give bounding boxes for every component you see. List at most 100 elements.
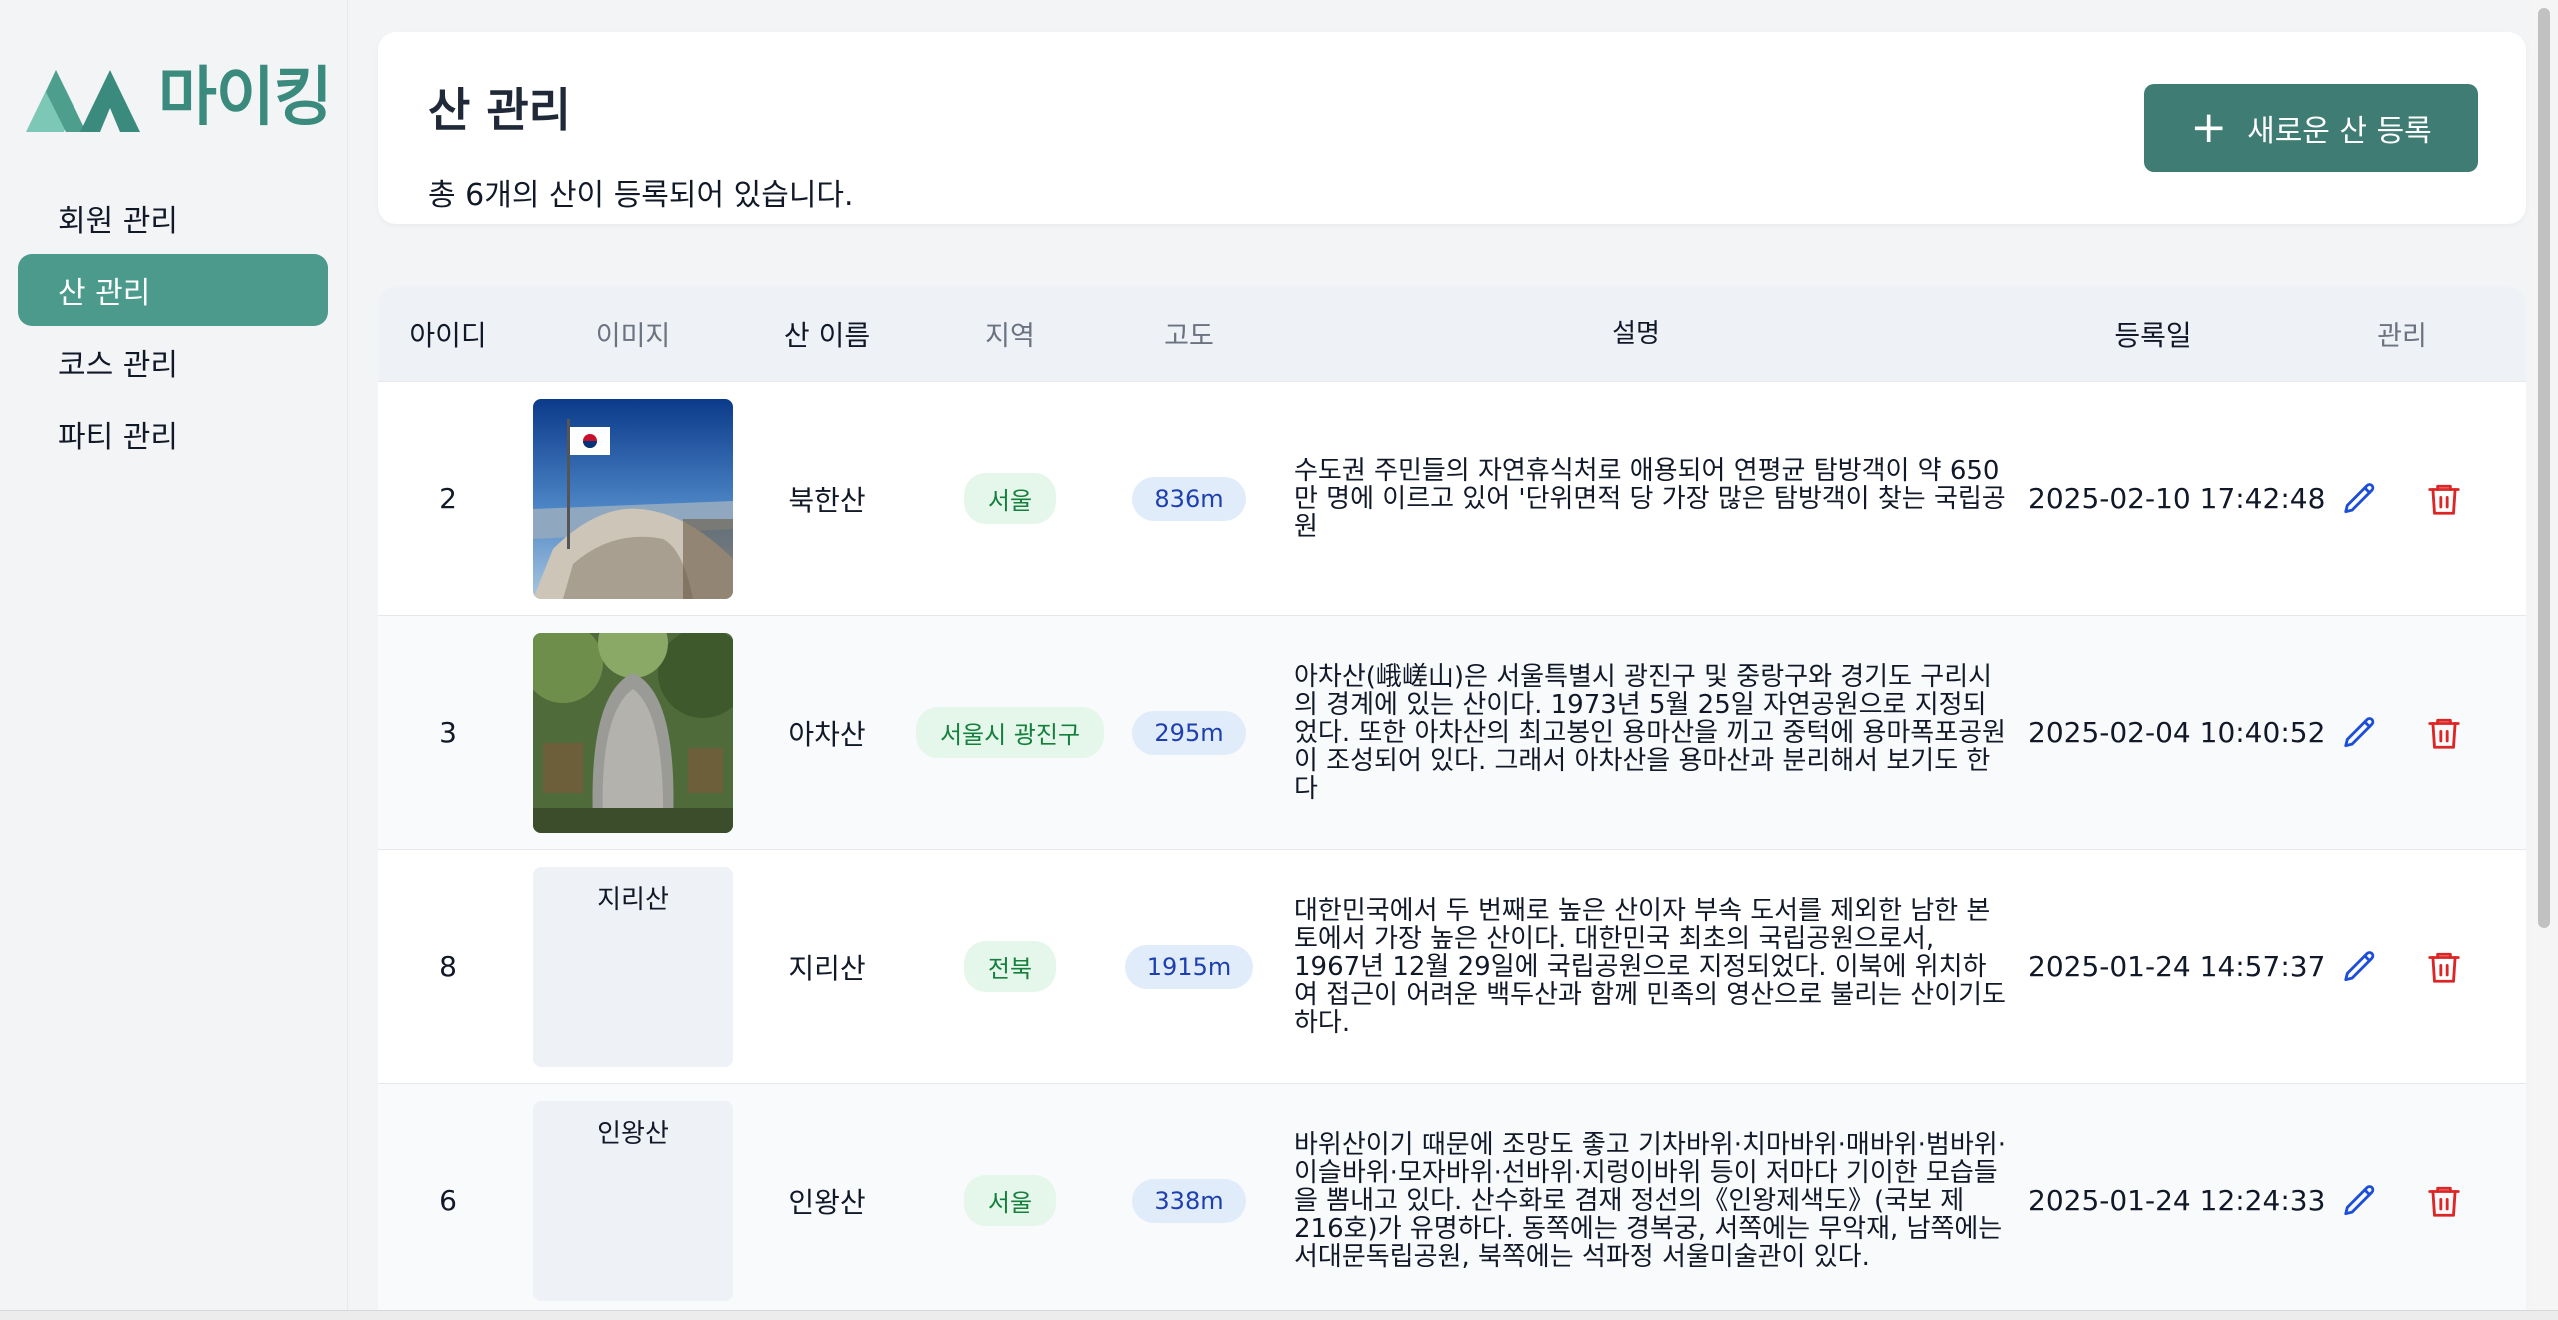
page-subtitle: 총 6개의 산이 등록되어 있습니다. — [428, 178, 854, 213]
altitude-badge: 295m — [1132, 710, 1246, 755]
column-header-date[interactable]: 등록일 — [2028, 314, 2278, 354]
sidebar-nav: 회원 관리 산 관리 코스 관리 파티 관리 — [18, 182, 328, 470]
row-id: 3 — [439, 716, 457, 749]
column-header-id[interactable]: 아이디 — [378, 314, 518, 354]
row-image-cell: 지리산 — [518, 866, 748, 1067]
row-altitude-cell: 295m — [1114, 710, 1264, 755]
column-header-actions: 관리 — [2377, 321, 2427, 352]
row-actions — [2278, 945, 2526, 989]
delete-button[interactable] — [2422, 1179, 2466, 1223]
sidebar-item-members[interactable]: 회원 관리 — [18, 182, 328, 254]
table-row[interactable]: 3 아차산 서울시 광진구 295m 아차산(峨嵯山)은 서울특별시 광진구 및… — [378, 616, 2526, 850]
broken-image-alt: 인왕산 — [597, 1118, 669, 1149]
row-description: 아차산(峨嵯山)은 서울특별시 광진구 및 중랑구와 경기도 구리시의 경계에 … — [1294, 661, 2006, 804]
row-description: 대한민국에서 두 번째로 높은 산이자 부속 도서를 제외한 남한 본토에서 가… — [1294, 895, 2006, 1038]
page-title: 산 관리 — [428, 83, 571, 137]
row-region-cell: 서울시 광진구 — [906, 707, 1114, 758]
row-actions — [2278, 1179, 2526, 1223]
row-altitude-cell: 836m — [1114, 476, 1264, 521]
main-content: 산 관리 총 6개의 산이 등록되어 있습니다. + 새로운 산 등록 아이디 … — [378, 0, 2526, 1320]
edit-button[interactable] — [2338, 945, 2382, 989]
delete-button[interactable] — [2422, 477, 2466, 521]
row-id: 6 — [439, 1184, 457, 1217]
table-header: 아이디 이미지 산 이름 지역 고도 설명 등록일 관리 — [378, 286, 2526, 382]
mountain-thumbnail[interactable]: 인왕산 — [533, 1100, 733, 1301]
column-header-image[interactable]: 이미지 — [518, 314, 748, 353]
region-badge: 전북 — [963, 941, 1057, 992]
plus-icon: + — [2190, 102, 2228, 153]
row-mountain-name: 지리산 — [788, 951, 866, 985]
mountain-table: 아이디 이미지 산 이름 지역 고도 설명 등록일 관리 2 북한산 서울 83… — [378, 286, 2526, 1320]
mountain-thumbnail[interactable]: 지리산 — [533, 866, 733, 1067]
pencil-icon — [2344, 1184, 2375, 1215]
row-date: 2025-01-24 14:57:37 — [2028, 950, 2326, 983]
delete-button[interactable] — [2422, 711, 2466, 755]
sidebar-item-label: 회원 관리 — [58, 204, 178, 239]
table-row[interactable]: 8 지리산 지리산 전북 1915m 대한민국에서 두 번째로 높은 산이자 부… — [378, 850, 2526, 1084]
sidebar: 마이킹 회원 관리 산 관리 코스 관리 파티 관리 — [0, 0, 348, 1310]
trash-icon — [2428, 484, 2460, 515]
pencil-icon — [2344, 716, 2375, 747]
sidebar-item-label: 산 관리 — [58, 276, 151, 311]
vertical-scrollbar[interactable] — [2530, 0, 2558, 1310]
column-header-name[interactable]: 산 이름 — [748, 314, 906, 354]
column-header-region[interactable]: 지역 — [906, 314, 1114, 353]
edit-button[interactable] — [2338, 477, 2382, 521]
region-badge: 서울시 광진구 — [915, 707, 1105, 758]
trash-icon — [2428, 718, 2460, 749]
logo[interactable]: 마이킹 — [22, 60, 333, 136]
row-image-cell — [518, 632, 748, 833]
row-altitude-cell: 1915m — [1114, 944, 1264, 989]
sidebar-item-parties[interactable]: 파티 관리 — [18, 398, 328, 470]
pencil-icon — [2344, 482, 2375, 513]
row-mountain-name: 인왕산 — [788, 1185, 866, 1219]
delete-button[interactable] — [2422, 945, 2466, 989]
column-header-description[interactable]: 설명 — [1264, 320, 2028, 348]
mountain-logo-icon — [26, 70, 140, 132]
sidebar-item-courses[interactable]: 코스 관리 — [18, 326, 328, 398]
add-mountain-button[interactable]: + 새로운 산 등록 — [2144, 84, 2478, 172]
trash-icon — [2428, 1186, 2460, 1217]
row-actions — [2278, 711, 2526, 755]
table-body: 2 북한산 서울 836m 수도권 주민들의 자연휴식처로 애용되어 연평균 탐… — [378, 382, 2526, 1318]
column-header-altitude[interactable]: 고도 — [1114, 314, 1264, 353]
row-altitude-cell: 338m — [1114, 1178, 1264, 1223]
table-row[interactable]: 6 인왕산 인왕산 서울 338m 바위산이기 때문에 조망도 좋고 기차바위·… — [378, 1084, 2526, 1318]
summit-flag-photo — [533, 398, 733, 599]
row-id: 2 — [439, 482, 457, 515]
sidebar-item-label: 코스 관리 — [58, 348, 178, 383]
region-badge: 서울 — [963, 1175, 1057, 1226]
pencil-icon — [2344, 950, 2375, 981]
sidebar-item-mountains[interactable]: 산 관리 — [18, 254, 328, 326]
altitude-badge: 338m — [1132, 1178, 1246, 1223]
row-image-cell — [518, 398, 748, 599]
scrollbar-thumb[interactable] — [2538, 8, 2550, 928]
add-mountain-label: 새로운 산 등록 — [2247, 114, 2432, 149]
window-bottom-edge — [0, 1310, 2558, 1320]
row-image-cell: 인왕산 — [518, 1100, 748, 1301]
mountain-thumbnail[interactable] — [533, 632, 733, 833]
row-mountain-name: 북한산 — [788, 483, 866, 517]
brand-name: 마이킹 — [158, 61, 333, 135]
row-region-cell: 전북 — [906, 941, 1114, 992]
sidebar-item-label: 파티 관리 — [58, 420, 178, 455]
region-badge: 서울 — [963, 473, 1057, 524]
mountain-thumbnail[interactable] — [533, 398, 733, 599]
page-header: 산 관리 총 6개의 산이 등록되어 있습니다. + 새로운 산 등록 — [378, 32, 2526, 224]
row-id: 8 — [439, 950, 457, 983]
edit-button[interactable] — [2338, 1179, 2382, 1223]
row-date: 2025-01-24 12:24:33 — [2028, 1184, 2326, 1217]
table-row[interactable]: 2 북한산 서울 836m 수도권 주민들의 자연휴식처로 애용되어 연평균 탐… — [378, 382, 2526, 616]
row-date: 2025-02-04 10:40:52 — [2028, 716, 2326, 749]
altitude-badge: 1915m — [1124, 944, 1254, 989]
row-region-cell: 서울 — [906, 473, 1114, 524]
stone-monument-photo — [533, 632, 733, 833]
broken-image-alt: 지리산 — [597, 884, 669, 915]
row-description: 바위산이기 때문에 조망도 좋고 기차바위·치마바위·매바위·범바위·이슬바위·… — [1294, 1129, 2006, 1272]
row-mountain-name: 아차산 — [788, 717, 866, 751]
altitude-badge: 836m — [1132, 476, 1246, 521]
row-date: 2025-02-10 17:42:48 — [2028, 482, 2326, 515]
edit-button[interactable] — [2338, 711, 2382, 755]
trash-icon — [2428, 952, 2460, 983]
row-actions — [2278, 477, 2526, 521]
